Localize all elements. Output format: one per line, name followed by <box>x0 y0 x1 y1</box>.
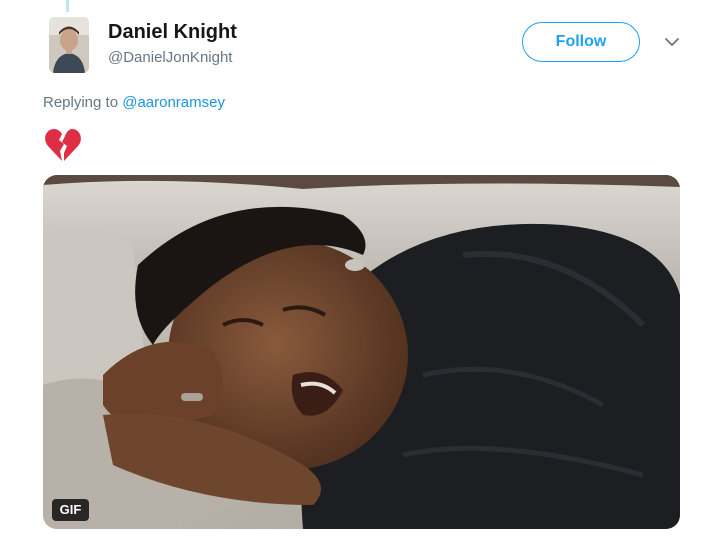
gif-badge: GIF <box>52 499 89 521</box>
avatar-image <box>49 17 89 73</box>
author-block: Daniel Knight @DanielJonKnight <box>108 20 237 69</box>
chevron-down-icon[interactable] <box>664 34 680 50</box>
author-display-name[interactable]: Daniel Knight <box>108 20 237 44</box>
author-handle[interactable]: @DanielJonKnight <box>108 47 237 69</box>
follow-button[interactable]: Follow <box>522 22 640 62</box>
broken-heart-icon <box>45 129 81 161</box>
reply-context: Replying to @aaronramsey <box>43 93 225 113</box>
reply-mention-link[interactable]: @aaronramsey <box>122 94 225 111</box>
thread-connector-line <box>66 0 69 12</box>
gif-image <box>43 175 680 529</box>
gif-media[interactable] <box>43 175 680 529</box>
avatar[interactable] <box>49 17 89 73</box>
reply-context-prefix: Replying to <box>43 94 119 111</box>
